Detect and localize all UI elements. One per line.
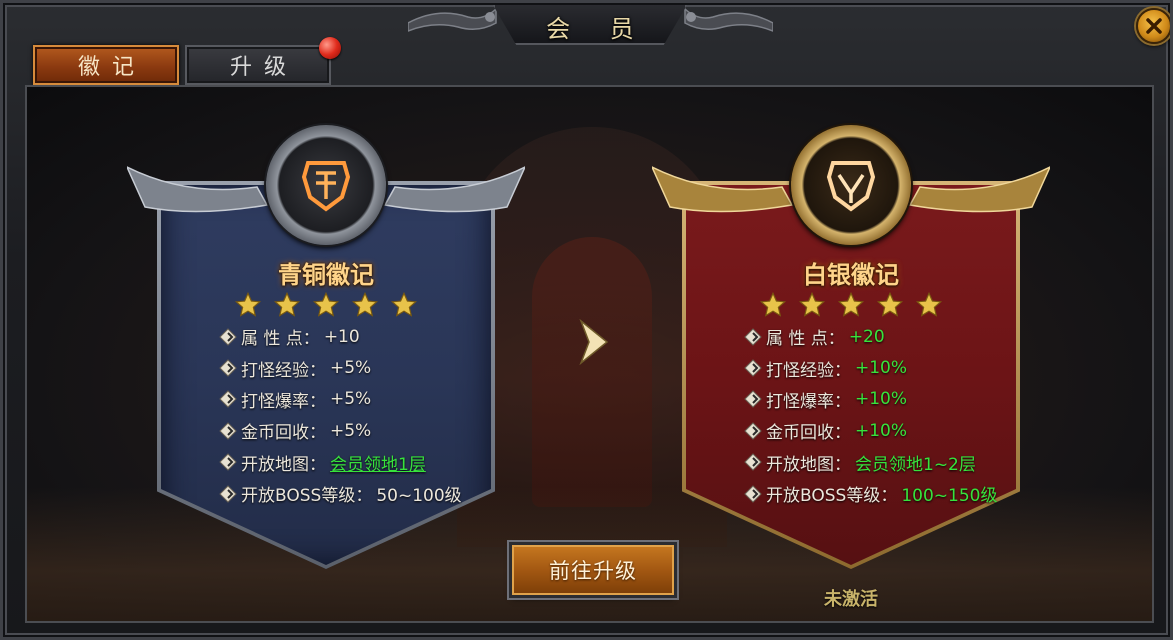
diamond-bullet-icon <box>219 484 237 503</box>
bronze-badge-title: 青铜徽记 <box>278 260 374 289</box>
background-throne <box>532 237 652 507</box>
stat-row-gold-recycle: 金币回收： +5% <box>219 415 519 446</box>
star-icon <box>234 291 262 317</box>
diamond-bullet-icon <box>744 453 762 471</box>
shield-emblem-icon <box>826 161 876 212</box>
member-map-link[interactable]: 会员领地1层 <box>330 450 426 475</box>
star-icon <box>798 291 826 317</box>
stat-row-boss-level: 开放BOSS等级： 100~150级 <box>744 478 1044 509</box>
star-icon <box>273 291 301 317</box>
title-ornament-right-icon <box>684 7 773 32</box>
diamond-bullet-icon <box>219 390 237 409</box>
tab-badge-label: 徽记 <box>77 55 146 80</box>
notification-dot <box>319 37 341 59</box>
stat-row-attribute-points: 属 性 点： +20 <box>744 321 1044 352</box>
stat-row-open-map: 开放地图： 会员领地1层 <box>219 447 519 478</box>
close-button[interactable] <box>1136 8 1170 44</box>
diamond-bullet-icon <box>219 359 237 377</box>
diamond-bullet-icon <box>744 359 762 377</box>
window-title: 会 员 <box>546 15 650 43</box>
stat-row-drop-rate: 打怪爆率： +10% <box>744 384 1044 415</box>
badge-panel: 青铜徽记 属 性 点： +10 打怪经验： +5% 打怪爆率： +5% 金币回收… <box>25 85 1154 623</box>
diamond-bullet-icon <box>744 484 762 503</box>
stat-row-drop-rate: 打怪爆率： +5% <box>219 384 519 415</box>
stat-row-attribute-points: 属 性 点： +10 <box>219 321 519 352</box>
diamond-bullet-icon <box>219 453 237 471</box>
star-rating <box>652 291 1050 319</box>
goto-upgrade-button[interactable]: 前往升级 <box>512 545 674 595</box>
tab-upgrade[interactable]: 升级 <box>185 45 331 85</box>
star-icon <box>312 291 340 317</box>
diamond-bullet-icon <box>744 390 762 409</box>
chevron-right-icon <box>579 319 609 365</box>
star-icon <box>351 291 379 317</box>
tab-badge[interactable]: 徽记 <box>33 45 179 85</box>
stat-row-monster-exp: 打怪经验： +5% <box>219 352 519 383</box>
diamond-bullet-icon <box>744 422 762 440</box>
close-icon <box>1146 18 1162 34</box>
bronze-stats-list: 属 性 点： +10 打怪经验： +5% 打怪爆率： +5% 金币回收： +5% <box>219 321 519 509</box>
stat-row-monster-exp: 打怪经验： +10% <box>744 352 1044 383</box>
diamond-bullet-icon <box>744 327 762 346</box>
stat-row-gold-recycle: 金币回收： +10% <box>744 415 1044 446</box>
status-inactive-label: 未激活 <box>824 589 878 610</box>
diamond-bullet-icon <box>219 327 237 346</box>
title-ornament-left-icon <box>408 7 497 32</box>
star-icon <box>915 291 943 317</box>
member-window: 会 员 徽记 升级 青铜徽记 属 性 点： +10 打怪经验： +5% 打怪爆率… <box>0 0 1173 640</box>
stat-row-boss-level: 开放BOSS等级： 50~100级 <box>219 478 519 509</box>
silver-badge-card: 白银徽记 属 性 点： +20 打怪经验： +10% 打怪爆率： +10% 金币… <box>652 125 1050 621</box>
goto-upgrade-label: 前往升级 <box>549 559 637 583</box>
shield-emblem-icon <box>301 161 351 212</box>
title-plate: 会 员 <box>493 5 687 45</box>
bronze-emblem <box>266 125 386 245</box>
star-rating <box>127 291 525 319</box>
star-icon <box>390 291 418 317</box>
silver-badge-title: 白银徽记 <box>803 260 899 289</box>
silver-emblem <box>791 125 911 245</box>
stat-row-open-map: 开放地图： 会员领地1~2层 <box>744 447 1044 478</box>
star-icon <box>876 291 904 317</box>
diamond-bullet-icon <box>219 422 237 440</box>
tab-upgrade-label: 升级 <box>229 55 298 80</box>
silver-stats-list: 属 性 点： +20 打怪经验： +10% 打怪爆率： +10% 金币回收： +… <box>744 321 1044 509</box>
bronze-badge-card: 青铜徽记 属 性 点： +10 打怪经验： +5% 打怪爆率： +5% 金币回收… <box>127 125 525 621</box>
star-icon <box>759 291 787 317</box>
star-icon <box>837 291 865 317</box>
